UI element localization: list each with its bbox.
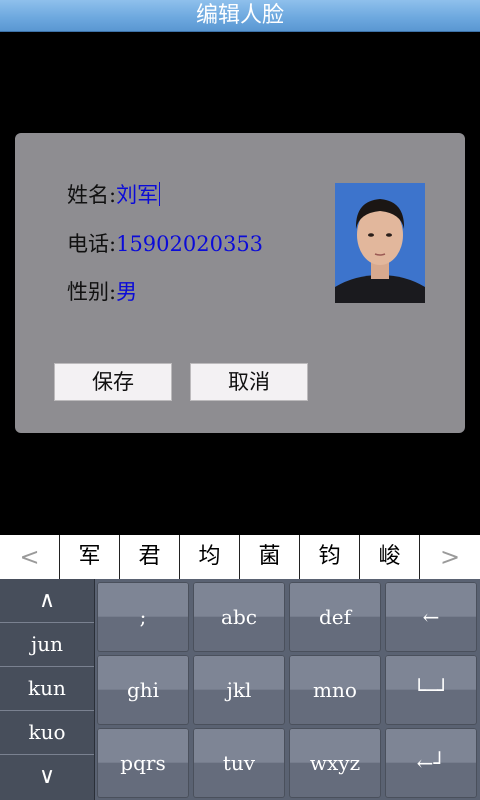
key-wxyz[interactable]: wxyz [289,728,381,798]
pinyin-list: ∧ jun kun kuo ∨ [0,579,95,800]
face-photo[interactable] [335,183,425,303]
phone-field[interactable]: 15902020353 [116,232,263,256]
cancel-button[interactable]: 取消 [190,363,308,401]
save-button[interactable]: 保存 [54,363,172,401]
pinyin-item-jun[interactable]: jun [0,623,94,667]
pinyin-item-kuo[interactable]: kuo [0,711,94,755]
backspace-key[interactable]: ← [385,582,477,652]
phone-label: 电话: [67,232,117,256]
candidate-item[interactable]: 峻 [360,535,420,579]
candidate-item[interactable]: 军 [60,535,120,579]
pinyin-item-kun[interactable]: kun [0,667,94,711]
pinyin-up-button[interactable]: ∧ [0,579,94,623]
candidate-item[interactable]: 菌 [240,535,300,579]
phone-row: 电话:15902020353 [67,229,263,259]
key-mno[interactable]: mno [289,655,381,725]
candidate-item[interactable]: 君 [120,535,180,579]
key-tuv[interactable]: tuv [193,728,285,798]
text-caret [159,182,161,206]
candidate-next-button[interactable]: > [420,535,480,579]
pinyin-down-button[interactable]: ∨ [0,755,94,799]
key-semicolon[interactable]: ; [97,582,189,652]
space-key[interactable]: └─┘ [385,655,477,725]
key-abc[interactable]: abc [193,582,285,652]
candidate-prev-button[interactable]: < [0,535,60,579]
gender-row: 性别:男 [67,277,137,307]
title-bar: 编辑人脸 [0,0,480,32]
page-title: 编辑人脸 [195,3,284,28]
candidate-bar: < 军 君 均 菌 钧 峻 > [0,535,480,579]
name-row: 姓名:刘军 [67,180,161,210]
face-photo-image [335,183,425,303]
soft-keyboard: ∧ jun kun kuo ∨ ; abc def ← ghi jkl mno … [0,579,480,800]
gender-label: 性别: [67,280,117,304]
gender-field[interactable]: 男 [116,280,137,304]
candidate-item[interactable]: 钧 [300,535,360,579]
name-field[interactable]: 刘军 [116,183,158,207]
key-jkl[interactable]: jkl [193,655,285,725]
key-ghi[interactable]: ghi [97,655,189,725]
edit-face-dialog: 姓名:刘军 电话:15902020353 性别:男 保存 取消 [15,133,465,433]
candidate-item[interactable]: 均 [180,535,240,579]
name-label: 姓名: [67,183,117,207]
enter-key[interactable]: ←┘ [385,728,477,798]
key-pqrs[interactable]: pqrs [97,728,189,798]
key-def[interactable]: def [289,582,381,652]
